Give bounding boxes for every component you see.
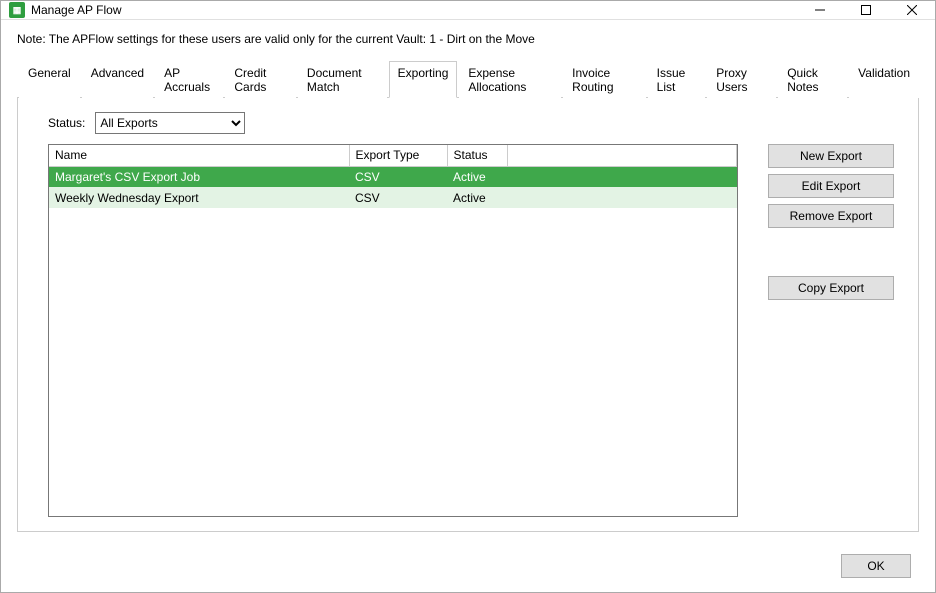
exports-table: Name Export Type Status Margaret's CSV E…: [49, 145, 737, 208]
close-button[interactable]: [889, 1, 935, 19]
tab-issue-list[interactable]: Issue List: [648, 61, 706, 98]
window-controls: [797, 1, 935, 19]
col-header-blank: [507, 145, 737, 166]
table-row[interactable]: Margaret's CSV Export JobCSVActive: [49, 166, 737, 187]
ok-button[interactable]: OK: [841, 554, 911, 578]
status-row: Status: All Exports: [48, 112, 898, 134]
status-label: Status:: [48, 116, 85, 130]
col-header-name[interactable]: Name: [49, 145, 349, 166]
new-export-button[interactable]: New Export: [768, 144, 894, 168]
minimize-button[interactable]: [797, 1, 843, 19]
col-header-export-type[interactable]: Export Type: [349, 145, 447, 166]
tab-validation[interactable]: Validation: [849, 61, 919, 98]
content-area: Note: The APFlow settings for these user…: [1, 20, 935, 544]
cell-name: Weekly Wednesday Export: [49, 187, 349, 208]
window-title: Manage AP Flow: [31, 3, 797, 17]
status-select[interactable]: All Exports: [95, 112, 245, 134]
edit-export-button[interactable]: Edit Export: [768, 174, 894, 198]
cell-exportType: CSV: [349, 166, 447, 187]
tab-proxy-users[interactable]: Proxy Users: [707, 61, 776, 98]
col-header-status[interactable]: Status: [447, 145, 507, 166]
main-row: Name Export Type Status Margaret's CSV E…: [48, 144, 898, 517]
note-text: Note: The APFlow settings for these user…: [17, 32, 919, 46]
table-row[interactable]: Weekly Wednesday ExportCSVActive: [49, 187, 737, 208]
tab-ap-accruals[interactable]: AP Accruals: [155, 61, 223, 98]
tabstrip: GeneralAdvancedAP AccrualsCredit CardsDo…: [17, 60, 919, 98]
app-icon: ▦: [9, 2, 25, 18]
exports-table-wrap: Name Export Type Status Margaret's CSV E…: [48, 144, 738, 517]
tab-exporting[interactable]: Exporting: [389, 61, 458, 98]
tab-general[interactable]: General: [19, 61, 80, 98]
cell-status: Active: [447, 187, 507, 208]
exporting-tabpanel: Status: All Exports: [17, 98, 919, 532]
cell-name: Margaret's CSV Export Job: [49, 166, 349, 187]
manage-ap-flow-window: ▦ Manage AP Flow Note: The APFlow settin…: [0, 0, 936, 593]
tab-advanced[interactable]: Advanced: [82, 61, 153, 98]
remove-export-button[interactable]: Remove Export: [768, 204, 894, 228]
tab-credit-cards[interactable]: Credit Cards: [225, 61, 296, 98]
tab-expense-allocations[interactable]: Expense Allocations: [459, 61, 561, 98]
tab-quick-notes[interactable]: Quick Notes: [778, 61, 847, 98]
cell-blank: [507, 187, 737, 208]
titlebar: ▦ Manage AP Flow: [1, 1, 935, 20]
copy-export-button[interactable]: Copy Export: [768, 276, 894, 300]
maximize-button[interactable]: [843, 1, 889, 19]
cell-status: Active: [447, 166, 507, 187]
footer: OK: [1, 544, 935, 592]
cell-exportType: CSV: [349, 187, 447, 208]
tab-invoice-routing[interactable]: Invoice Routing: [563, 61, 646, 98]
cell-blank: [507, 166, 737, 187]
side-buttons: New Export Edit Export Remove Export Cop…: [768, 144, 894, 517]
tab-document-match[interactable]: Document Match: [298, 61, 387, 98]
button-spacer: [768, 234, 894, 270]
table-header-row: Name Export Type Status: [49, 145, 737, 166]
